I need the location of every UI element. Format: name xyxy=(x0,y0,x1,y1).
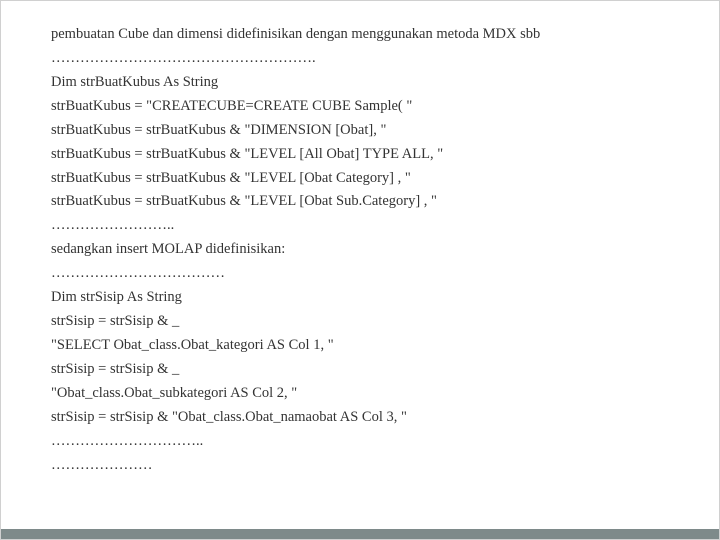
code-line: strBuatKubus = strBuatKubus & "DIMENSION… xyxy=(51,119,669,143)
code-line: strSisip = strSisip & _ xyxy=(51,310,669,334)
code-line: ……………………………… xyxy=(51,262,669,286)
document-page: pembuatan Cube dan dimensi didefinisikan… xyxy=(0,0,720,540)
code-line: ………………………….. xyxy=(51,430,669,454)
code-line: strSisip = strSisip & "Obat_class.Obat_n… xyxy=(51,406,669,430)
code-line: Dim strBuatKubus As String xyxy=(51,71,669,95)
code-line: Dim strSisip As String xyxy=(51,286,669,310)
code-line: ………………… xyxy=(51,454,669,478)
code-line: "SELECT Obat_class.Obat_kategori AS Col … xyxy=(51,334,669,358)
code-line: strBuatKubus = "CREATECUBE=CREATE CUBE S… xyxy=(51,95,669,119)
code-line: strBuatKubus = strBuatKubus & "LEVEL [Ob… xyxy=(51,167,669,191)
footer-bar xyxy=(1,529,719,539)
code-line: …………………….. xyxy=(51,214,669,238)
code-line: strBuatKubus = strBuatKubus & "LEVEL [Ob… xyxy=(51,190,669,214)
code-line: sedangkan insert MOLAP didefinisikan: xyxy=(51,238,669,262)
code-line: "Obat_class.Obat_subkategori AS Col 2, " xyxy=(51,382,669,406)
code-line: ………………………………………………. xyxy=(51,47,669,71)
code-line: strBuatKubus = strBuatKubus & "LEVEL [Al… xyxy=(51,143,669,167)
code-line: strSisip = strSisip & _ xyxy=(51,358,669,382)
code-line: pembuatan Cube dan dimensi didefinisikan… xyxy=(51,23,669,47)
